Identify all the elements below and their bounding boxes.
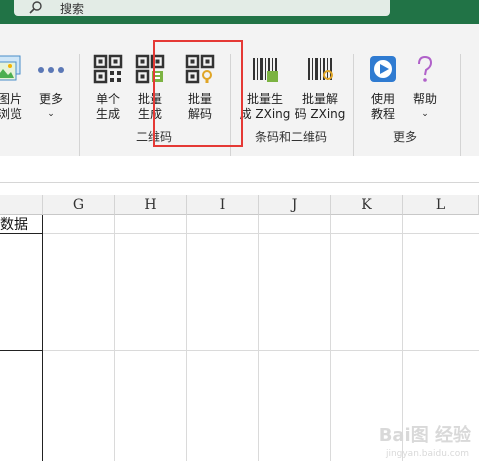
batch-decode-zxing-label: 批量解 码 ZXing: [294, 92, 346, 121]
batch-generate-zxing-label: 批量生 成 ZXing: [239, 92, 291, 121]
cell-text[interactable]: 数据: [0, 214, 28, 234]
formula-bar[interactable]: [0, 156, 479, 183]
gridline: [0, 233, 479, 234]
column-border: [42, 215, 43, 461]
separator: [79, 54, 80, 166]
separator: [230, 54, 231, 166]
batch-generate-label: 批量 生成: [137, 92, 162, 121]
batch-decode-button[interactable]: 批量 解码: [182, 54, 218, 122]
more-dots-icon: [38, 67, 64, 73]
batch-generate-zxing-button[interactable]: 批量生 成 ZXing: [239, 54, 291, 122]
ribbon: 图片 浏览 更多 ⌄ 单个 生成 批量 生成 批量 解码 二维码 批量生 成 Z…: [0, 24, 479, 166]
batch-decode-label: 批量 解码: [187, 92, 212, 121]
batch-generate-button[interactable]: 批量 生成: [132, 54, 168, 122]
column-header-k[interactable]: K: [331, 195, 403, 215]
gridline: [114, 215, 115, 461]
image-browse-label: 图片 浏览: [0, 92, 22, 121]
help-button[interactable]: 帮助 ⌄: [408, 54, 442, 122]
image-browse-button[interactable]: 图片 浏览: [0, 54, 22, 122]
batch-decode-zxing-button[interactable]: 批量解 码 ZXing: [294, 54, 346, 122]
help-label: 帮助: [412, 92, 437, 106]
tutorial-button[interactable]: 使用 教程: [366, 54, 400, 122]
column-header-g[interactable]: G: [43, 195, 115, 215]
watermark: Bai图 经验: [378, 425, 471, 446]
gridline: [258, 215, 259, 461]
qrcode-icon: [93, 54, 123, 84]
more-dropdown-button[interactable]: 更多 ⌄: [34, 54, 68, 122]
search-box[interactable]: 搜索: [14, 0, 390, 16]
gridline: [186, 215, 187, 461]
more-label: 更多: [38, 92, 63, 106]
spreadsheet-grid: G H I J K L 数据 Bai图 经验 jingyan.baidu.com: [0, 195, 479, 461]
chevron-down-icon: ⌄: [421, 109, 429, 119]
title-bar: 搜索: [0, 0, 479, 24]
gridline: [330, 215, 331, 461]
tutorial-label: 使用 教程: [370, 92, 395, 121]
single-generate-label: 单个 生成: [95, 92, 120, 121]
column-header-i[interactable]: I: [187, 195, 259, 215]
image-gallery-icon: [0, 55, 21, 81]
question-mark-icon: [418, 55, 433, 82]
gridline: [0, 350, 479, 351]
column-header-blank: [0, 195, 43, 215]
qrcode-batch-icon: [135, 54, 165, 84]
cell-border: [0, 350, 43, 351]
chevron-down-icon: ⌄: [47, 109, 55, 119]
separator: [460, 54, 461, 166]
qrcode-decode-icon: [185, 54, 215, 84]
search-label: 搜索: [60, 1, 85, 16]
barcode-decode-icon: [308, 58, 333, 80]
watermark-url: jingyan.baidu.com: [385, 449, 469, 459]
single-generate-button[interactable]: 单个 生成: [90, 54, 126, 122]
search-icon: [29, 1, 42, 14]
separator: [353, 54, 354, 166]
column-header-l[interactable]: L: [403, 195, 479, 215]
column-header-j[interactable]: J: [259, 195, 331, 215]
group-label-qrcode: 二维码: [136, 130, 173, 144]
group-label-more: 更多: [393, 130, 418, 144]
play-icon: [370, 56, 396, 82]
barcode-icon: [253, 58, 278, 82]
group-label-barcode-qrcode: 条码和二维码: [255, 130, 328, 144]
column-header-h[interactable]: H: [115, 195, 187, 215]
